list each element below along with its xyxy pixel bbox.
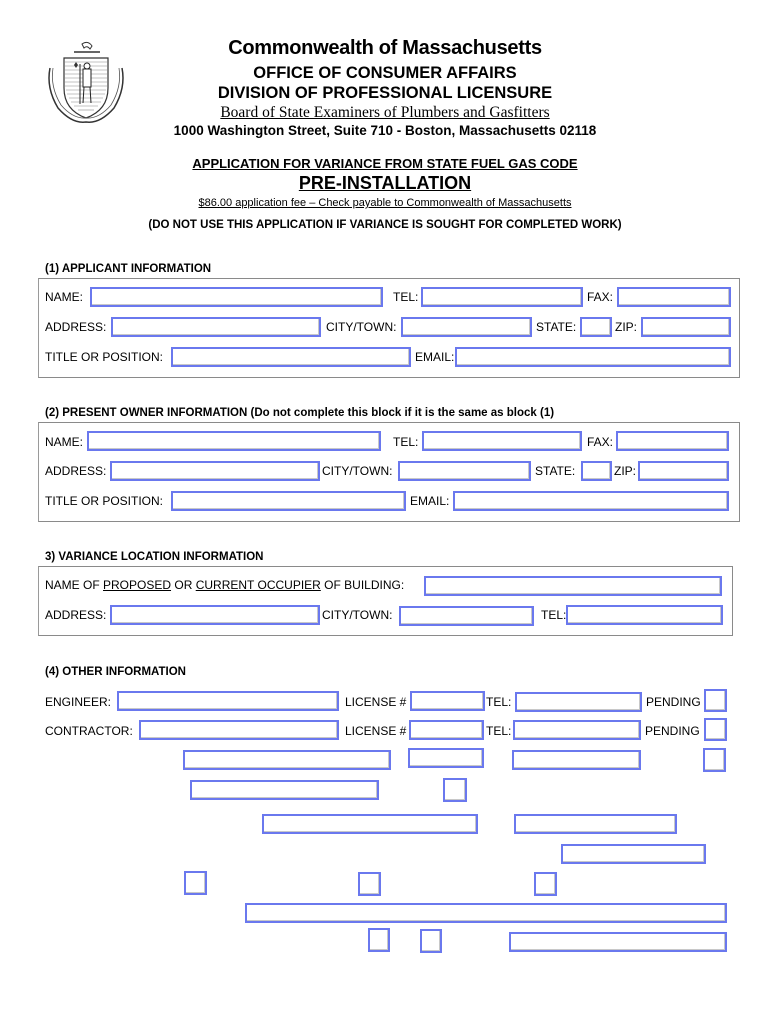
location-tel-input[interactable] <box>566 605 723 625</box>
owner-email-input[interactable] <box>453 491 729 511</box>
engineer-tel-input[interactable] <box>515 692 642 712</box>
applicant-zip-input[interactable] <box>641 317 731 337</box>
owner-zip-label: ZIP: <box>614 464 637 478</box>
applicant-city-label: CITY/TOWN: <box>326 320 397 334</box>
location-tel-label: TEL: <box>541 608 567 622</box>
location-city-label: CITY/TOWN: <box>322 608 393 622</box>
owner-city-label: CITY/TOWN: <box>322 464 393 478</box>
owner-state-label: STATE: <box>535 464 576 478</box>
office-address: 1000 Washington Street, Suite 710 - Bost… <box>173 123 597 138</box>
unlabeled-checkbox[interactable] <box>443 778 467 802</box>
unlabeled-checkbox[interactable] <box>420 929 442 953</box>
unlabeled-checkbox[interactable] <box>703 748 726 772</box>
location-city-input[interactable] <box>399 606 534 626</box>
application-title: APPLICATION FOR VARIANCE FROM STATE FUEL… <box>192 156 578 171</box>
fee-note: $86.00 application fee – Check payable t… <box>198 197 572 209</box>
applicant-fax-input[interactable] <box>617 287 731 307</box>
engineer-tel-label: TEL: <box>486 695 512 709</box>
warning-note: (DO NOT USE THIS APPLICATION IF VARIANCE… <box>148 219 622 231</box>
location-address-label: ADDRESS: <box>45 608 107 622</box>
engineer-pending-label: PENDING <box>646 695 701 709</box>
owner-fax-input[interactable] <box>616 431 729 451</box>
owner-name-input[interactable] <box>87 431 381 451</box>
applicant-tel-label: TEL: <box>393 290 419 304</box>
applicant-name-label: NAME: <box>45 290 84 304</box>
applicant-title-position-input[interactable] <box>171 347 411 367</box>
unlabeled-field[interactable] <box>514 814 677 834</box>
unlabeled-field[interactable] <box>245 903 727 923</box>
occupier-label-part: OF BUILDING: <box>320 578 405 592</box>
owner-tel-label: TEL: <box>393 435 419 449</box>
contractor-tel-label: TEL: <box>486 724 512 738</box>
contractor-license-input[interactable] <box>409 720 484 740</box>
engineer-license-input[interactable] <box>410 691 485 711</box>
unlabeled-checkbox[interactable] <box>184 871 207 895</box>
owner-address-input[interactable] <box>110 461 320 481</box>
applicant-state-input[interactable] <box>580 317 612 337</box>
owner-title-position-label: TITLE OR POSITION: <box>45 494 164 508</box>
engineer-input[interactable] <box>117 691 339 711</box>
unlabeled-field[interactable] <box>561 844 706 864</box>
applicant-email-input[interactable] <box>455 347 731 367</box>
board-name: Board of State Examiners of Plumbers and… <box>220 104 550 121</box>
owner-tel-input[interactable] <box>422 431 582 451</box>
page-title: Commonwealth of Massachusetts <box>228 37 542 59</box>
contractor-label: CONTRACTOR: <box>45 724 133 738</box>
owner-fax-label: FAX: <box>587 435 614 449</box>
applicant-email-label: EMAIL: <box>415 350 455 364</box>
unlabeled-field[interactable] <box>512 750 641 770</box>
division-name: DIVISION OF PROFESSIONAL LICENSURE <box>217 84 553 102</box>
occupier-label-part: NAME OF <box>45 578 104 592</box>
owner-zip-input[interactable] <box>638 461 729 481</box>
section-location-title: 3) VARIANCE LOCATION INFORMATION <box>45 551 264 563</box>
applicant-address-input[interactable] <box>111 317 321 337</box>
applicant-address-label: ADDRESS: <box>45 320 107 334</box>
unlabeled-field[interactable] <box>408 748 484 768</box>
occupier-label: NAME OF PROPOSED OR CURRENT OCCUPIER OF … <box>45 578 404 592</box>
owner-email-label: EMAIL: <box>410 494 450 508</box>
unlabeled-checkbox[interactable] <box>358 872 381 896</box>
owner-name-label: NAME: <box>45 435 84 449</box>
applicant-fax-label: FAX: <box>587 290 614 304</box>
applicant-tel-input[interactable] <box>421 287 583 307</box>
contractor-license-label: LICENSE # <box>345 724 407 738</box>
contractor-pending-label: PENDING <box>645 724 700 738</box>
application-subtitle: PRE-INSTALLATION <box>298 173 472 193</box>
unlabeled-field[interactable] <box>183 750 391 770</box>
contractor-input[interactable] <box>139 720 339 740</box>
office-name: OFFICE OF CONSUMER AFFAIRS <box>253 64 517 82</box>
engineer-label: ENGINEER: <box>45 695 112 709</box>
unlabeled-field[interactable] <box>262 814 478 834</box>
location-address-input[interactable] <box>110 605 320 625</box>
occupier-label-proposed: PROPOSED <box>103 578 172 592</box>
section-owner-title: (2) PRESENT OWNER INFORMATION (Do not co… <box>45 407 555 419</box>
contractor-tel-input[interactable] <box>513 720 641 740</box>
unlabeled-checkbox[interactable] <box>534 872 557 896</box>
section-other-title: (4) OTHER INFORMATION <box>45 666 186 678</box>
owner-title-position-input[interactable] <box>171 491 406 511</box>
unlabeled-checkbox[interactable] <box>368 928 390 952</box>
owner-address-label: ADDRESS: <box>45 464 107 478</box>
contractor-pending-checkbox[interactable] <box>704 718 727 741</box>
occupier-label-current: CURRENT OCCUPIER <box>195 578 321 592</box>
applicant-title-position-label: TITLE OR POSITION: <box>45 350 164 364</box>
applicant-zip-label: ZIP: <box>615 320 638 334</box>
unlabeled-field[interactable] <box>190 780 379 800</box>
applicant-state-label: STATE: <box>536 320 577 334</box>
applicant-name-input[interactable] <box>90 287 383 307</box>
owner-city-input[interactable] <box>398 461 531 481</box>
engineer-license-label: LICENSE # <box>345 695 407 709</box>
section-applicant-title: (1) APPLICANT INFORMATION <box>45 263 212 275</box>
engineer-pending-checkbox[interactable] <box>704 689 727 712</box>
owner-state-input[interactable] <box>581 461 612 481</box>
occupier-label-part: OR <box>171 578 196 592</box>
unlabeled-field[interactable] <box>509 932 727 952</box>
occupier-input[interactable] <box>424 576 722 596</box>
applicant-city-input[interactable] <box>401 317 532 337</box>
